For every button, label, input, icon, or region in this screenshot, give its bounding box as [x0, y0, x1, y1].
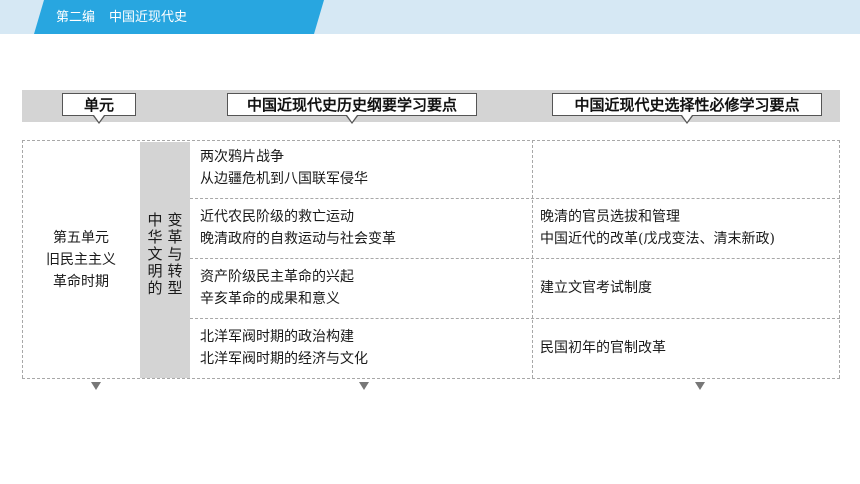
down-arrow-icon	[695, 382, 705, 390]
unit-line: 第五单元	[53, 230, 109, 246]
outline-cell-1: 两次鸦片战争 从边疆危机到八国联军侵华	[200, 146, 368, 190]
theme-char: 文	[147, 245, 163, 263]
elective-line: 晚清的官员选拔和管理	[540, 209, 680, 225]
theme-char: 革	[167, 228, 183, 246]
elective-cell-4: 民国初年的官制改革	[540, 337, 666, 359]
outline-cell-4: 北洋军阀时期的政治构建 北洋军阀时期的经济与文化	[200, 326, 368, 370]
elective-line: 中国近代的改革(戊戌变法、清末新政)	[540, 231, 775, 247]
section-title: 第二编 中国近现代史	[56, 9, 187, 27]
outline-line: 辛亥革命的成果和意义	[200, 291, 340, 307]
theme-char: 的	[147, 279, 163, 297]
theme-char: 华	[147, 228, 163, 246]
outline-line: 资产阶级民主革命的兴起	[200, 269, 354, 285]
outline-line: 北洋军阀时期的政治构建	[200, 329, 354, 345]
outline-cell-2: 近代农民阶级的救亡运动 晚清政府的自救运动与社会变革	[200, 206, 396, 250]
elective-line: 民国初年的官制改革	[540, 340, 666, 356]
outline-line: 北洋军阀时期的经济与文化	[200, 351, 368, 367]
theme-char: 明	[147, 262, 163, 280]
header-elective-pointer	[681, 115, 693, 124]
divider-bottom	[22, 378, 840, 379]
down-arrow-icon	[359, 382, 369, 390]
study-points-table: 单元 中国近现代史历史纲要学习要点 中国近现代史选择性必修学习要点 第五单元 旧…	[22, 90, 840, 394]
elective-cell-2: 晚清的官员选拔和管理 中国近代的改革(戊戌变法、清末新政)	[540, 206, 775, 250]
theme-column: 中 变 华 革 文 与 明 转 的 型	[140, 142, 190, 378]
header-outline: 中国近现代史历史纲要学习要点	[227, 93, 477, 116]
divider-row-3	[190, 318, 840, 319]
unit-line: 革命时期	[53, 274, 109, 290]
theme-char: 型	[167, 279, 183, 297]
theme-text: 中 变 华 革 文 与 明 转 的 型	[140, 212, 190, 297]
unit-cell: 第五单元 旧民主主义 革命时期	[22, 142, 140, 378]
theme-char: 变	[167, 211, 183, 229]
elective-cell-3: 建立文官考试制度	[540, 277, 652, 299]
theme-char: 转	[167, 262, 183, 280]
header-outline-pointer	[346, 115, 358, 124]
section-number: 第二编	[56, 10, 96, 25]
header-elective: 中国近现代史选择性必修学习要点	[552, 93, 822, 116]
elective-line: 建立文官考试制度	[540, 280, 652, 296]
outline-line: 晚清政府的自救运动与社会变革	[200, 231, 396, 247]
outline-line: 从边疆危机到八国联军侵华	[200, 171, 368, 187]
border-right	[839, 140, 840, 378]
unit-line: 旧民主主义	[46, 252, 116, 268]
divider-column	[532, 140, 533, 378]
outline-cell-3: 资产阶级民主革命的兴起 辛亥革命的成果和意义	[200, 266, 354, 310]
header-unit: 单元	[62, 93, 136, 116]
theme-char: 与	[167, 245, 183, 263]
theme-char: 中	[147, 211, 163, 229]
divider-row-2	[190, 258, 840, 259]
section-subject: 中国近现代史	[109, 10, 188, 25]
header-unit-pointer	[93, 115, 105, 124]
down-arrow-icon	[91, 382, 101, 390]
outline-line: 近代农民阶级的救亡运动	[200, 209, 354, 225]
divider-top	[22, 140, 840, 141]
divider-row-1	[190, 198, 840, 199]
outline-line: 两次鸦片战争	[200, 149, 284, 165]
